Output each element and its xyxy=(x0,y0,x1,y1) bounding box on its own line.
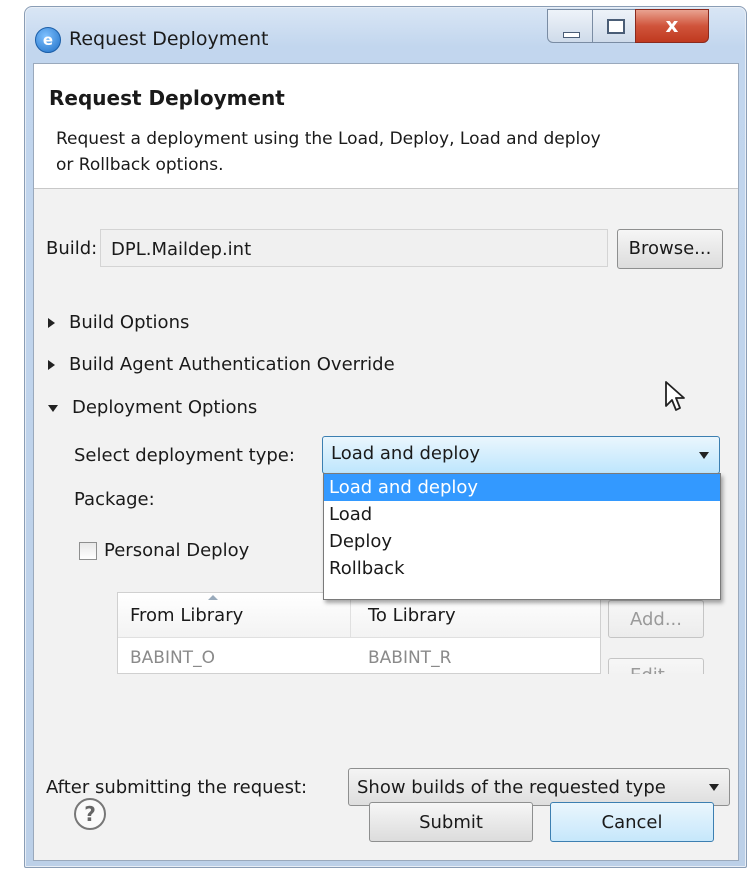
personal-deploy-label: Personal Deploy xyxy=(104,540,250,561)
request-deployment-window: e Request Deployment x Request Deploymen… xyxy=(24,6,747,868)
expand-arrow-icon xyxy=(48,318,55,328)
after-submit-value: Show builds of the requested type xyxy=(357,777,666,798)
deployment-options-label: Deployment Options xyxy=(72,397,258,418)
submit-button[interactable]: Submit xyxy=(369,802,533,842)
collapse-arrow-icon xyxy=(48,404,58,412)
build-label: Build: xyxy=(46,238,98,259)
maximize-icon xyxy=(607,19,625,34)
deployment-type-label: Select deployment type: xyxy=(74,445,295,466)
library-table: From Library To Library BABINT_O BABINT_… xyxy=(117,592,601,674)
column-header-to[interactable]: To Library xyxy=(368,605,456,626)
option-rollback[interactable]: Rollback xyxy=(324,555,720,582)
column-header-from[interactable]: From Library xyxy=(130,605,243,626)
build-field: DPL.Maildep.int xyxy=(100,229,608,267)
add-button[interactable]: Add... xyxy=(608,600,704,638)
cell-from: BABINT_O xyxy=(130,648,215,668)
browse-button[interactable]: Browse... xyxy=(617,229,723,269)
expand-arrow-icon xyxy=(48,360,55,370)
edit-button[interactable]: Edit... xyxy=(608,658,704,674)
option-deploy[interactable]: Deploy xyxy=(324,528,720,555)
after-submit-select[interactable]: Show builds of the requested type xyxy=(348,768,730,806)
close-button[interactable]: x xyxy=(635,9,709,43)
minimize-icon xyxy=(563,32,580,38)
cell-to: BABINT_R xyxy=(368,648,452,668)
window-title: Request Deployment xyxy=(69,28,269,50)
chevron-down-icon xyxy=(699,452,709,459)
edit-button-clip: Edit... xyxy=(608,658,704,674)
dialog-body: Request Deployment Request a deployment … xyxy=(33,63,739,861)
deployment-type-value: Load and deploy xyxy=(331,443,481,464)
package-label: Package: xyxy=(74,489,155,510)
deployment-options-section[interactable]: Deployment Options xyxy=(48,397,257,418)
banner-title: Request Deployment xyxy=(49,86,285,110)
build-options-label: Build Options xyxy=(69,312,190,333)
banner-description: Request a deployment using the Load, Dep… xyxy=(56,129,601,175)
build-value: DPL.Maildep.int xyxy=(111,239,252,260)
app-icon: e xyxy=(35,27,61,53)
title-bar[interactable]: e Request Deployment x xyxy=(25,7,746,63)
chevron-down-icon xyxy=(709,784,719,791)
option-load[interactable]: Load xyxy=(324,501,720,528)
mouse-pointer-icon xyxy=(665,381,685,411)
build-options-section[interactable]: Build Options xyxy=(48,312,189,333)
close-icon: x xyxy=(665,13,679,37)
personal-deploy-checkbox[interactable] xyxy=(79,542,97,560)
dialog-banner: Request Deployment Request a deployment … xyxy=(34,64,738,189)
maximize-button[interactable] xyxy=(592,9,636,43)
deployment-type-select[interactable]: Load and deploy xyxy=(322,436,720,474)
after-submit-label: After submitting the request: xyxy=(46,777,308,798)
deployment-type-dropdown: Load and deploy Load Deploy Rollback xyxy=(323,473,721,600)
option-load-and-deploy[interactable]: Load and deploy xyxy=(324,474,720,501)
sort-indicator-icon xyxy=(208,595,218,600)
cancel-button[interactable]: Cancel xyxy=(550,802,714,842)
minimize-button[interactable] xyxy=(547,9,593,43)
agent-auth-label: Build Agent Authentication Override xyxy=(69,354,395,375)
help-icon[interactable]: ? xyxy=(74,798,106,830)
agent-auth-section[interactable]: Build Agent Authentication Override xyxy=(48,354,395,375)
